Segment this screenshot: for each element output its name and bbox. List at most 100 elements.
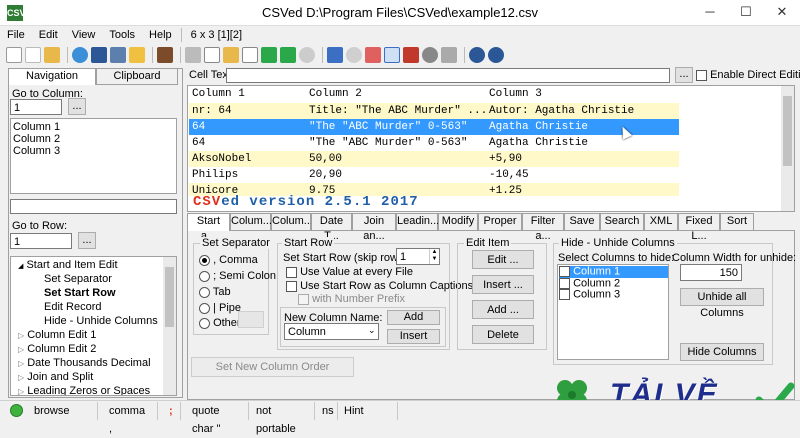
tab-properties[interactable]: Proper ... <box>478 213 522 242</box>
edit-item-button[interactable]: Edit ... <box>472 250 534 269</box>
column-filter-input[interactable] <box>10 199 177 214</box>
add-column-button[interactable]: Add <box>387 310 440 325</box>
unhide-all-columns-button[interactable]: Unhide all Columns <box>680 288 764 319</box>
separator-pipe-radio[interactable]: | Pipe <box>199 302 241 314</box>
delete-item-button[interactable]: Delete <box>472 325 534 344</box>
menu-tools[interactable]: Tools <box>102 29 142 41</box>
tree-scrollbar[interactable] <box>163 257 176 395</box>
table-cell[interactable]: "The "ABC Murder" 0-563" <box>306 135 486 151</box>
set-new-column-order-button[interactable]: Set New Column Order <box>191 357 354 377</box>
tree-item-column-edit-2[interactable]: ▷ Column Edit 2 <box>18 342 96 356</box>
tree-item-join-and-split[interactable]: ▷ Join and Split <box>18 370 93 384</box>
search-icon[interactable] <box>346 47 362 63</box>
tab-modify[interactable]: Modify <box>438 213 478 231</box>
number-prefix-checkbox[interactable]: with Number Prefix <box>298 293 405 305</box>
collapse-icon[interactable]: ◢ <box>18 263 23 270</box>
table-cell[interactable]: 64 <box>189 119 306 135</box>
tab-clipboard[interactable]: Clipboard <box>96 68 178 85</box>
refresh-icon[interactable] <box>72 47 88 63</box>
gear-icon[interactable] <box>422 47 438 63</box>
table-row[interactable]: 64 "The "ABC Murder" 0-563" Agatha Chris… <box>189 119 679 135</box>
column-header[interactable]: Column 1 <box>189 86 306 102</box>
tab-start[interactable]: Start a... <box>187 213 230 242</box>
table-cell[interactable]: AksoNobel <box>189 151 306 167</box>
font-icon[interactable] <box>327 47 343 63</box>
insert-item-button[interactable]: Insert ... <box>472 275 534 294</box>
checkbox-icon[interactable] <box>559 266 570 277</box>
checkbox-icon[interactable] <box>559 289 570 300</box>
table-row[interactable]: 64 "The "ABC Murder" 0-563" Agatha Chris… <box>189 135 679 151</box>
expand-icon[interactable]: ▷ <box>18 345 24 354</box>
radio-icon[interactable] <box>199 286 210 298</box>
paste-icon[interactable] <box>223 47 239 63</box>
table-cell[interactable]: Title: "The ABC Murder" ... <box>306 103 486 119</box>
spinner-arrows-icon[interactable]: ▲ ▼ <box>429 249 439 264</box>
list-item[interactable]: Column 3 <box>559 289 620 300</box>
print-icon[interactable] <box>129 47 145 63</box>
cell-text-expand-button[interactable]: ... <box>675 67 693 83</box>
face-icon[interactable] <box>299 47 315 63</box>
tab-leading[interactable]: Leadin... <box>396 213 439 231</box>
checkbox-icon[interactable] <box>696 69 707 81</box>
copy-icon[interactable] <box>204 47 220 63</box>
tree-item-date-thousands-decimal[interactable]: ▷ Date Thousands Decimal <box>18 356 151 370</box>
separator-other-radio[interactable]: Other <box>199 317 241 329</box>
menu-edit[interactable]: Edit <box>32 29 65 41</box>
book-icon[interactable] <box>157 47 173 63</box>
column-header[interactable]: Column 2 <box>306 86 486 102</box>
check-icon[interactable] <box>261 47 277 63</box>
chevron-down-icon[interactable]: ⌄ <box>368 325 376 336</box>
tree-item-hide-unhide-columns[interactable]: Hide - Unhide Columns <box>44 314 158 328</box>
grid-icon[interactable] <box>441 47 457 63</box>
table-cell[interactable]: 20,90 <box>306 167 486 183</box>
tools-icon[interactable] <box>403 47 419 63</box>
table-row[interactable]: AksoNobel 50,00 +5,90 <box>189 151 679 167</box>
list-item[interactable]: Column 1 <box>13 121 174 133</box>
table-cell[interactable]: nr: 64 <box>189 103 306 119</box>
info-icon[interactable] <box>488 47 504 63</box>
go-to-row-input[interactable]: 1 <box>10 233 72 249</box>
radio-selected-icon[interactable] <box>199 254 210 266</box>
table-row[interactable]: Philips 20,90 -10,45 <box>189 167 679 183</box>
chart-icon[interactable] <box>365 47 381 63</box>
tab-xml[interactable]: XML <box>644 213 678 231</box>
tree-item-edit-record[interactable]: Edit Record <box>44 300 101 314</box>
table-row[interactable]: nr: 64 Title: "The ABC Murder" ... Autor… <box>189 103 679 119</box>
list-item[interactable]: Column 2 <box>13 133 174 145</box>
tree-item-leading-zeros[interactable]: ▷ Leading Zeros or Spaces <box>18 384 150 395</box>
tab-filter[interactable]: Filter a... <box>522 213 564 242</box>
checkbox-icon[interactable] <box>559 278 570 289</box>
other-separator-input[interactable] <box>238 311 264 328</box>
tab-navigation[interactable]: Navigation <box>8 68 96 85</box>
grid-scrollbar[interactable] <box>781 86 794 211</box>
go-to-row-button[interactable]: ... <box>78 232 96 249</box>
tab-search[interactable]: Search ... <box>600 213 644 242</box>
column-list[interactable]: Column 1 Column 2 Column 3 <box>10 118 177 194</box>
menu-help[interactable]: Help <box>142 29 179 41</box>
close-button[interactable]: ✕ <box>764 0 800 26</box>
checkbox-icon[interactable] <box>286 280 297 292</box>
enable-direct-editing-checkbox[interactable]: Enable Direct Editing <box>696 69 800 81</box>
new-file-icon[interactable] <box>6 47 22 63</box>
list-item[interactable]: Column 3 <box>13 145 174 157</box>
new-column-name-select[interactable]: Column <box>284 323 379 340</box>
table-cell[interactable]: 64 <box>189 135 306 151</box>
table-cell[interactable]: Agatha Christie <box>486 119 679 135</box>
save-as-icon[interactable] <box>110 47 126 63</box>
tab-fixed-length[interactable]: Fixed L... <box>678 213 720 242</box>
document-icon[interactable] <box>242 47 258 63</box>
column-header[interactable]: Column 3 <box>486 86 679 102</box>
use-value-every-file-checkbox[interactable]: Use Value at every File <box>286 266 413 278</box>
go-to-column-button[interactable]: ... <box>68 98 86 115</box>
tab-column-2[interactable]: Colum... <box>271 213 313 231</box>
table-cell[interactable]: +5,90 <box>486 151 679 167</box>
table-icon[interactable] <box>280 47 296 63</box>
new-from-clipboard-icon[interactable] <box>25 47 41 63</box>
menu-view[interactable]: View <box>65 29 103 41</box>
tab-join[interactable]: Join an... <box>352 213 396 242</box>
table-cell[interactable]: -10,45 <box>486 167 679 183</box>
add-item-button[interactable]: Add ... <box>472 300 534 319</box>
open-folder-icon[interactable] <box>44 47 60 63</box>
checkbox-icon[interactable] <box>298 293 309 305</box>
tree-item-start-and-item-edit[interactable]: ◢ Start and Item Edit <box>18 258 118 272</box>
